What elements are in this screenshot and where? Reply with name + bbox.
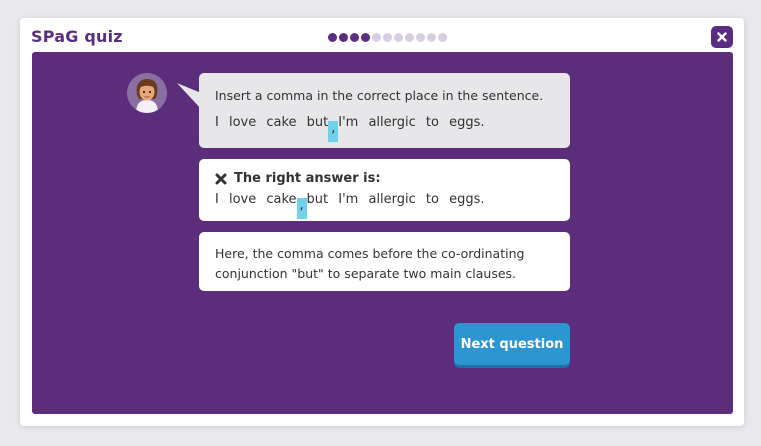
progress-dot-pending	[416, 33, 425, 42]
comma-slot-selected[interactable]: ,	[328, 121, 339, 142]
answer-part-after: but I'm allergic to eggs.	[306, 192, 485, 207]
teacher-avatar	[127, 73, 167, 113]
sentence-part-before: I love cake but	[215, 115, 329, 130]
question-prompt: Insert a comma in the correct place in t…	[215, 88, 544, 103]
answer-heading: The right answer is:	[215, 171, 554, 186]
explanation-line-1: Here, the comma comes before the co-ordi…	[215, 246, 525, 261]
answer-heading-label: The right answer is:	[234, 171, 381, 186]
next-question-button[interactable]: Next question	[454, 323, 570, 365]
explanation-line-2: conjunction "but" to separate two main c…	[215, 266, 517, 281]
progress-dot-done	[361, 33, 370, 42]
question-sentence: I love cake but, I'm allergic to eggs.	[215, 115, 554, 142]
progress-dot-pending	[427, 33, 436, 42]
progress-dot-pending	[394, 33, 403, 42]
answer-card: The right answer is: I love cake, but I'm…	[199, 159, 570, 221]
progress-dot-pending	[372, 33, 381, 42]
progress-dot-pending	[383, 33, 392, 42]
progress-dot-pending	[405, 33, 414, 42]
progress-dot-done	[328, 33, 337, 42]
sentence-part-after: I'm allergic to eggs.	[338, 115, 485, 130]
page-title: SPaG quiz	[31, 27, 123, 46]
close-button[interactable]	[711, 26, 733, 48]
progress-dot-done	[350, 33, 359, 42]
question-card: Insert a comma in the correct place in t…	[199, 73, 570, 148]
explanation-card: Here, the comma comes before the co-ordi…	[199, 232, 570, 291]
close-icon	[717, 32, 727, 42]
progress-dot-pending	[438, 33, 447, 42]
cross-icon	[215, 173, 227, 184]
answer-sentence: I love cake, but I'm allergic to eggs.	[215, 192, 554, 219]
answer-part-before: I love cake	[215, 192, 297, 207]
comma-slot-correct: ,	[296, 198, 307, 219]
progress-dot-done	[339, 33, 348, 42]
progress-dots	[328, 33, 447, 43]
